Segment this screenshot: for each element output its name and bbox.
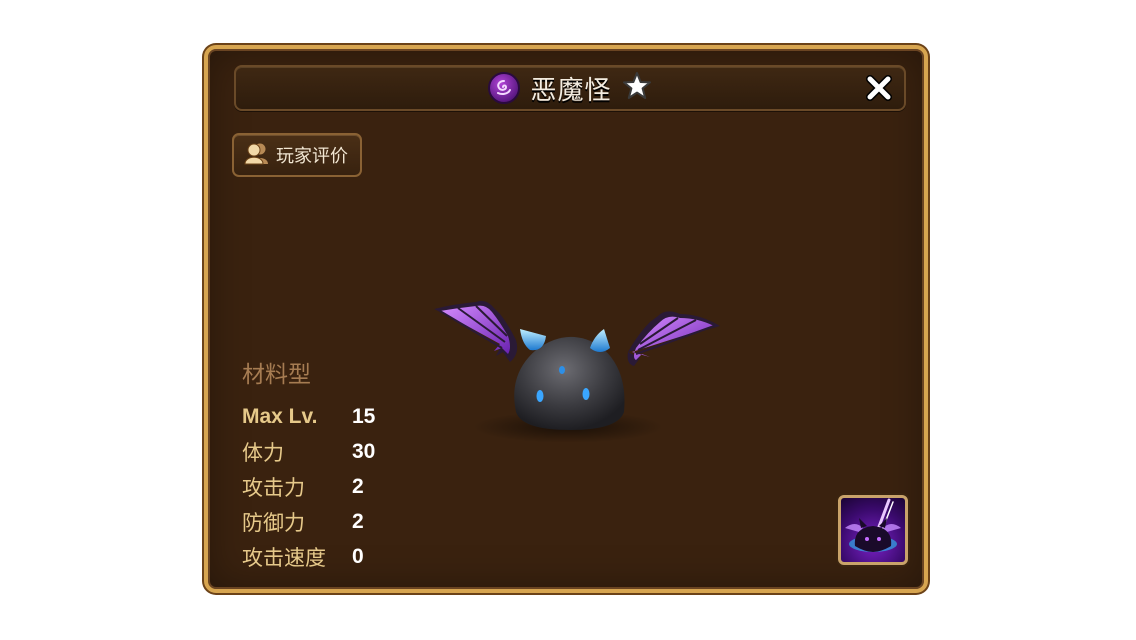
monster-info-panel: 恶魔怪 玩家评价 材料型 Max Lv. 15 体力 30 攻击力 2 防御力 …	[204, 45, 928, 593]
stat-row-defense: 防御力 2	[242, 504, 375, 539]
skill-button[interactable]	[838, 495, 908, 565]
demon-bat-monster-image	[428, 294, 728, 444]
player-review-button[interactable]: 玩家评价	[232, 133, 362, 177]
stat-label: 攻击速度	[242, 546, 326, 570]
stats-block: 材料型 Max Lv. 15 体力 30 攻击力 2 防御力 2 攻击速度 0	[242, 355, 375, 574]
player-review-label: 玩家评价	[276, 146, 348, 166]
stat-label: 体力	[242, 441, 284, 465]
stat-label: Max Lv.	[242, 404, 318, 428]
stat-value: 2	[352, 509, 364, 533]
monster-name: 恶魔怪	[530, 74, 612, 105]
stat-label: 攻击力	[242, 476, 305, 500]
monster-type-label: 材料型	[242, 361, 311, 387]
dark-skill-icon	[845, 498, 901, 552]
dark-element-icon	[488, 72, 521, 104]
players-icon	[244, 141, 270, 170]
stat-value: 30	[352, 439, 376, 463]
stat-label: 防御力	[242, 511, 305, 535]
close-icon	[866, 75, 892, 101]
stat-row-attack: 攻击力 2	[242, 469, 375, 504]
stat-row-hp: 体力 30	[242, 434, 375, 469]
stat-value: 0	[352, 544, 364, 568]
stat-row-attack-speed: 攻击速度 0	[242, 539, 375, 574]
stat-value: 2	[352, 474, 364, 498]
stat-row-max-level: Max Lv. 15	[242, 399, 375, 434]
close-button[interactable]	[862, 71, 896, 105]
star-icon	[622, 71, 652, 106]
title-group: 恶魔怪	[236, 67, 904, 109]
stat-value: 15	[352, 404, 376, 428]
title-bar: 恶魔怪	[234, 65, 906, 111]
